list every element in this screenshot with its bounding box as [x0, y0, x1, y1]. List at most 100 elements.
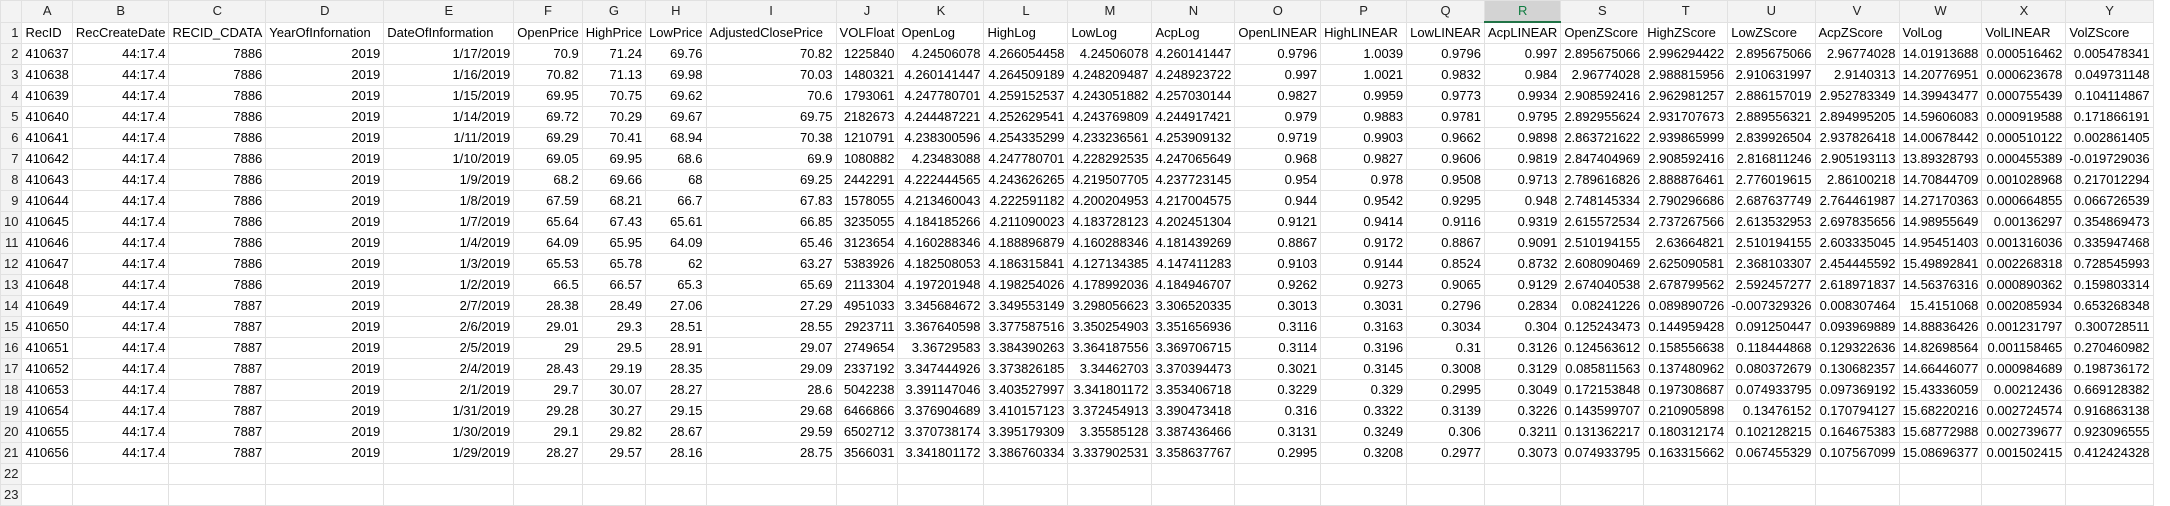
cell[interactable]: 4.184946707 [1151, 274, 1236, 296]
cell[interactable]: 4.160288346 [1067, 232, 1153, 254]
cell[interactable]: 0.954 [1234, 169, 1322, 191]
cell[interactable]: 0.3226 [1483, 400, 1562, 422]
cell[interactable]: 0.008307464 [1814, 295, 1900, 317]
cell[interactable]: 44:17.4 [71, 274, 170, 296]
cell[interactable]: 0.180312174 [1643, 421, 1729, 443]
cell[interactable]: 29.59 [705, 421, 837, 443]
cell[interactable]: 29.7 [513, 379, 583, 401]
cell[interactable]: 0.3021 [1234, 358, 1322, 380]
cell[interactable]: 1/29/2019 [383, 442, 515, 464]
cell[interactable]: 2.895675066 [1560, 43, 1645, 65]
cell[interactable]: 0.9116 [1406, 211, 1485, 233]
cell[interactable]: 65.53 [513, 253, 583, 275]
cell[interactable]: 0.002085934 [1981, 295, 2067, 317]
header-cell[interactable]: AcpZScore [1814, 21, 1900, 44]
cell[interactable]: 2923711 [835, 316, 899, 338]
cell[interactable]: 2.776019615 [1727, 169, 1816, 191]
cell[interactable] [1643, 463, 1729, 485]
cell[interactable]: 0.3049 [1483, 379, 1562, 401]
cell[interactable]: 0.3034 [1406, 316, 1485, 338]
cell[interactable]: 0.9773 [1406, 85, 1485, 107]
cell[interactable]: 14.59606083 [1898, 106, 1983, 128]
select-all-corner[interactable] [0, 0, 23, 23]
cell[interactable]: 3.387436466 [1151, 421, 1236, 443]
cell[interactable] [645, 484, 707, 506]
cell[interactable]: 0.131362217 [1560, 421, 1645, 443]
cell[interactable]: 0.085811563 [1560, 358, 1645, 380]
column-header-a[interactable]: A [21, 0, 73, 23]
row-header[interactable]: 4 [0, 85, 23, 107]
cell[interactable]: 410656 [21, 442, 73, 464]
cell[interactable]: 4.264509189 [983, 64, 1069, 86]
cell[interactable]: 410647 [21, 253, 73, 275]
cell[interactable] [1981, 484, 2067, 506]
cell[interactable]: 65.64 [513, 211, 583, 233]
cell[interactable]: 0.9796 [1234, 43, 1322, 65]
cell[interactable]: 14.95451403 [1898, 232, 1983, 254]
cell[interactable]: 0.000664855 [1981, 190, 2067, 212]
cell[interactable]: 0.107567099 [1814, 442, 1900, 464]
column-header-h[interactable]: H [645, 0, 707, 23]
column-header-b[interactable]: B [71, 0, 170, 23]
cell[interactable]: 0.412424328 [2065, 442, 2154, 464]
column-header-d[interactable]: D [265, 0, 385, 23]
cell[interactable]: 0.354869473 [2065, 211, 2154, 233]
cell[interactable]: 0.093969889 [1814, 316, 1900, 338]
cell[interactable] [2065, 484, 2154, 506]
cell[interactable]: 2.952783349 [1814, 85, 1900, 107]
cell[interactable]: 0.2995 [1406, 379, 1485, 401]
cell[interactable]: 0.669128382 [2065, 379, 2154, 401]
cell[interactable]: 0.000623678 [1981, 64, 2067, 86]
cell[interactable]: 5042238 [835, 379, 899, 401]
cell[interactable]: 2019 [265, 148, 385, 170]
cell[interactable]: 70.38 [705, 127, 837, 149]
cell[interactable]: 0.9832 [1406, 64, 1485, 86]
cell[interactable]: 410649 [21, 295, 73, 317]
cell[interactable]: 0.171866191 [2065, 106, 2154, 128]
cell[interactable]: 410642 [21, 148, 73, 170]
cell[interactable] [2065, 463, 2154, 485]
cell[interactable]: 2019 [265, 379, 385, 401]
cell[interactable]: 29.09 [705, 358, 837, 380]
cell[interactable]: 0.002739677 [1981, 421, 2067, 443]
cell[interactable]: 3.35585128 [1067, 421, 1153, 443]
cell[interactable]: 4.228292535 [1067, 148, 1153, 170]
cell[interactable]: 0.9508 [1406, 169, 1485, 191]
cell[interactable] [383, 484, 515, 506]
cell[interactable]: 2.608090469 [1560, 253, 1645, 275]
cell[interactable]: 2.790296686 [1643, 190, 1729, 212]
cell[interactable]: 0.3131 [1234, 421, 1322, 443]
cell[interactable]: 0.3163 [1320, 316, 1408, 338]
cell[interactable]: 14.56376316 [1898, 274, 1983, 296]
cell[interactable]: 0.066726539 [2065, 190, 2154, 212]
header-cell[interactable]: AcpLINEAR [1483, 21, 1562, 44]
cell[interactable] [71, 463, 170, 485]
cell[interactable]: 68.21 [581, 190, 647, 212]
cell[interactable]: 2019 [265, 316, 385, 338]
cell[interactable]: 0.159803314 [2065, 274, 2154, 296]
cell[interactable]: 29.82 [581, 421, 647, 443]
cell[interactable]: 0.984 [1483, 64, 1562, 86]
header-cell[interactable]: RECID_CDATA [168, 21, 267, 44]
cell[interactable]: 0.8867 [1234, 232, 1322, 254]
cell[interactable] [1234, 484, 1322, 506]
cell[interactable]: 29.15 [645, 400, 707, 422]
cell[interactable]: 0.118444868 [1727, 337, 1816, 359]
cell[interactable]: 1225840 [835, 43, 899, 65]
cell[interactable]: 0.9719 [1234, 127, 1322, 149]
cell[interactable]: 69.76 [645, 43, 707, 65]
cell[interactable]: 70.75 [581, 85, 647, 107]
cell[interactable]: 0.9273 [1320, 274, 1408, 296]
cell[interactable] [581, 463, 647, 485]
cell[interactable]: 4.211090023 [983, 211, 1069, 233]
cell[interactable] [835, 484, 899, 506]
cell[interactable]: 2/5/2019 [383, 337, 515, 359]
cell[interactable]: 0.002268318 [1981, 253, 2067, 275]
cell[interactable] [1898, 484, 1983, 506]
column-header-j[interactable]: J [835, 0, 899, 23]
cell[interactable]: 0.304 [1483, 316, 1562, 338]
cell[interactable]: 2.86100218 [1814, 169, 1900, 191]
cell[interactable] [1406, 484, 1485, 506]
cell[interactable]: 0.001158465 [1981, 337, 2067, 359]
cell[interactable]: 2.905193113 [1814, 148, 1900, 170]
